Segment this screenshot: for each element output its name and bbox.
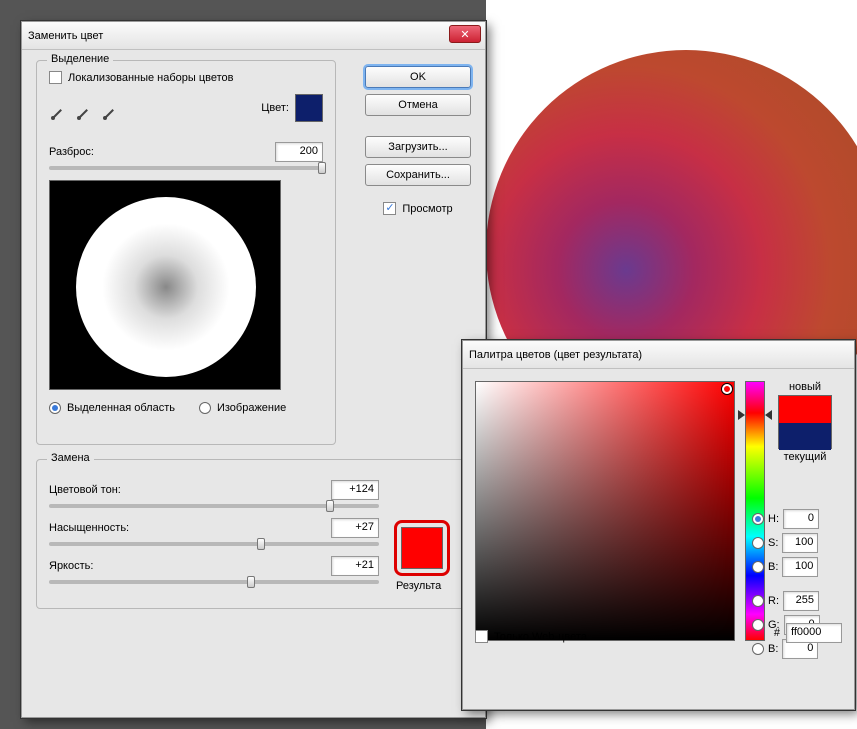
- radio-r[interactable]: [752, 595, 764, 607]
- radio-bb[interactable]: [752, 643, 764, 655]
- eyedropper-add-icon[interactable]: [75, 106, 91, 122]
- sv-cursor: [722, 384, 732, 394]
- radio-g[interactable]: [752, 619, 764, 631]
- source-color-swatch[interactable]: [295, 94, 323, 122]
- close-button[interactable]: ✕: [449, 25, 481, 43]
- preview-checkbox[interactable]: ✓: [383, 202, 396, 215]
- sv-picker[interactable]: [475, 381, 735, 641]
- new-current-swatch[interactable]: [778, 395, 832, 449]
- replace-color-dialog: Заменить цвет ✕ OK Отмена Загрузить... С…: [21, 21, 486, 718]
- selection-legend: Выделение: [47, 53, 113, 65]
- close-icon: ✕: [460, 28, 469, 41]
- dialog-title: Заменить цвет: [28, 30, 103, 42]
- localized-label: Локализованные наборы цветов: [68, 72, 234, 84]
- saturation-label: Насыщенность:: [49, 522, 129, 534]
- hue-slider[interactable]: [49, 504, 379, 508]
- saturation-slider[interactable]: [49, 542, 379, 546]
- cancel-button[interactable]: Отмена: [365, 94, 471, 116]
- h-label: H:: [768, 513, 779, 525]
- current-label: текущий: [784, 451, 827, 463]
- lightness-input[interactable]: +21: [331, 556, 379, 576]
- picker-titlebar[interactable]: Палитра цветов (цвет результата): [463, 341, 854, 369]
- picker-title: Палитра цветов (цвет результата): [469, 349, 642, 361]
- r-input[interactable]: 255: [783, 591, 819, 611]
- h-input[interactable]: 0: [783, 509, 819, 529]
- websafe-label: Только Web-цвета: [494, 631, 587, 643]
- hue-input[interactable]: +124: [331, 480, 379, 500]
- replacement-legend: Замена: [47, 452, 94, 464]
- lightness-slider[interactable]: [49, 580, 379, 584]
- new-label: новый: [789, 381, 821, 393]
- radio-h[interactable]: [752, 513, 764, 525]
- radio-image-label: Изображение: [217, 402, 286, 414]
- websafe-checkbox[interactable]: [475, 630, 488, 643]
- fuzziness-input[interactable]: 200: [275, 142, 323, 162]
- result-swatch-highlight[interactable]: [394, 520, 450, 576]
- current-color: [779, 423, 831, 450]
- r-label: R:: [768, 595, 779, 607]
- selection-preview: [49, 180, 281, 390]
- color-picker-dialog: Палитра цветов (цвет результата) новый т…: [462, 340, 855, 710]
- localized-checkbox[interactable]: [49, 71, 62, 84]
- load-button[interactable]: Загрузить...: [365, 136, 471, 158]
- radio-selection-label: Выделенная область: [67, 402, 175, 414]
- s-label: S:: [768, 537, 778, 549]
- radio-selection[interactable]: [49, 402, 61, 414]
- s-input[interactable]: 100: [782, 533, 818, 553]
- fuzziness-label: Разброс:: [49, 146, 94, 158]
- bb-label: B:: [768, 643, 778, 655]
- b-input[interactable]: 100: [782, 557, 818, 577]
- saturation-input[interactable]: +27: [331, 518, 379, 538]
- result-label: Результа: [396, 580, 441, 592]
- hex-label: #: [774, 627, 780, 639]
- b-label: B:: [768, 561, 778, 573]
- eyedropper-subtract-icon[interactable]: [101, 106, 117, 122]
- save-button[interactable]: Сохранить...: [365, 164, 471, 186]
- hex-input[interactable]: ff0000: [786, 623, 842, 643]
- hue-label: Цветовой тон:: [49, 484, 121, 496]
- fuzziness-slider[interactable]: [49, 166, 323, 170]
- radio-image[interactable]: [199, 402, 211, 414]
- lightness-label: Яркость:: [49, 560, 93, 572]
- preview-label: Просмотр: [402, 203, 452, 215]
- color-label: Цвет:: [261, 102, 289, 114]
- ok-button[interactable]: OK: [365, 66, 471, 88]
- titlebar[interactable]: Заменить цвет ✕: [22, 22, 485, 50]
- radio-b[interactable]: [752, 561, 764, 573]
- eyedropper-icon[interactable]: [49, 106, 65, 122]
- radio-s[interactable]: [752, 537, 764, 549]
- new-color: [779, 396, 831, 423]
